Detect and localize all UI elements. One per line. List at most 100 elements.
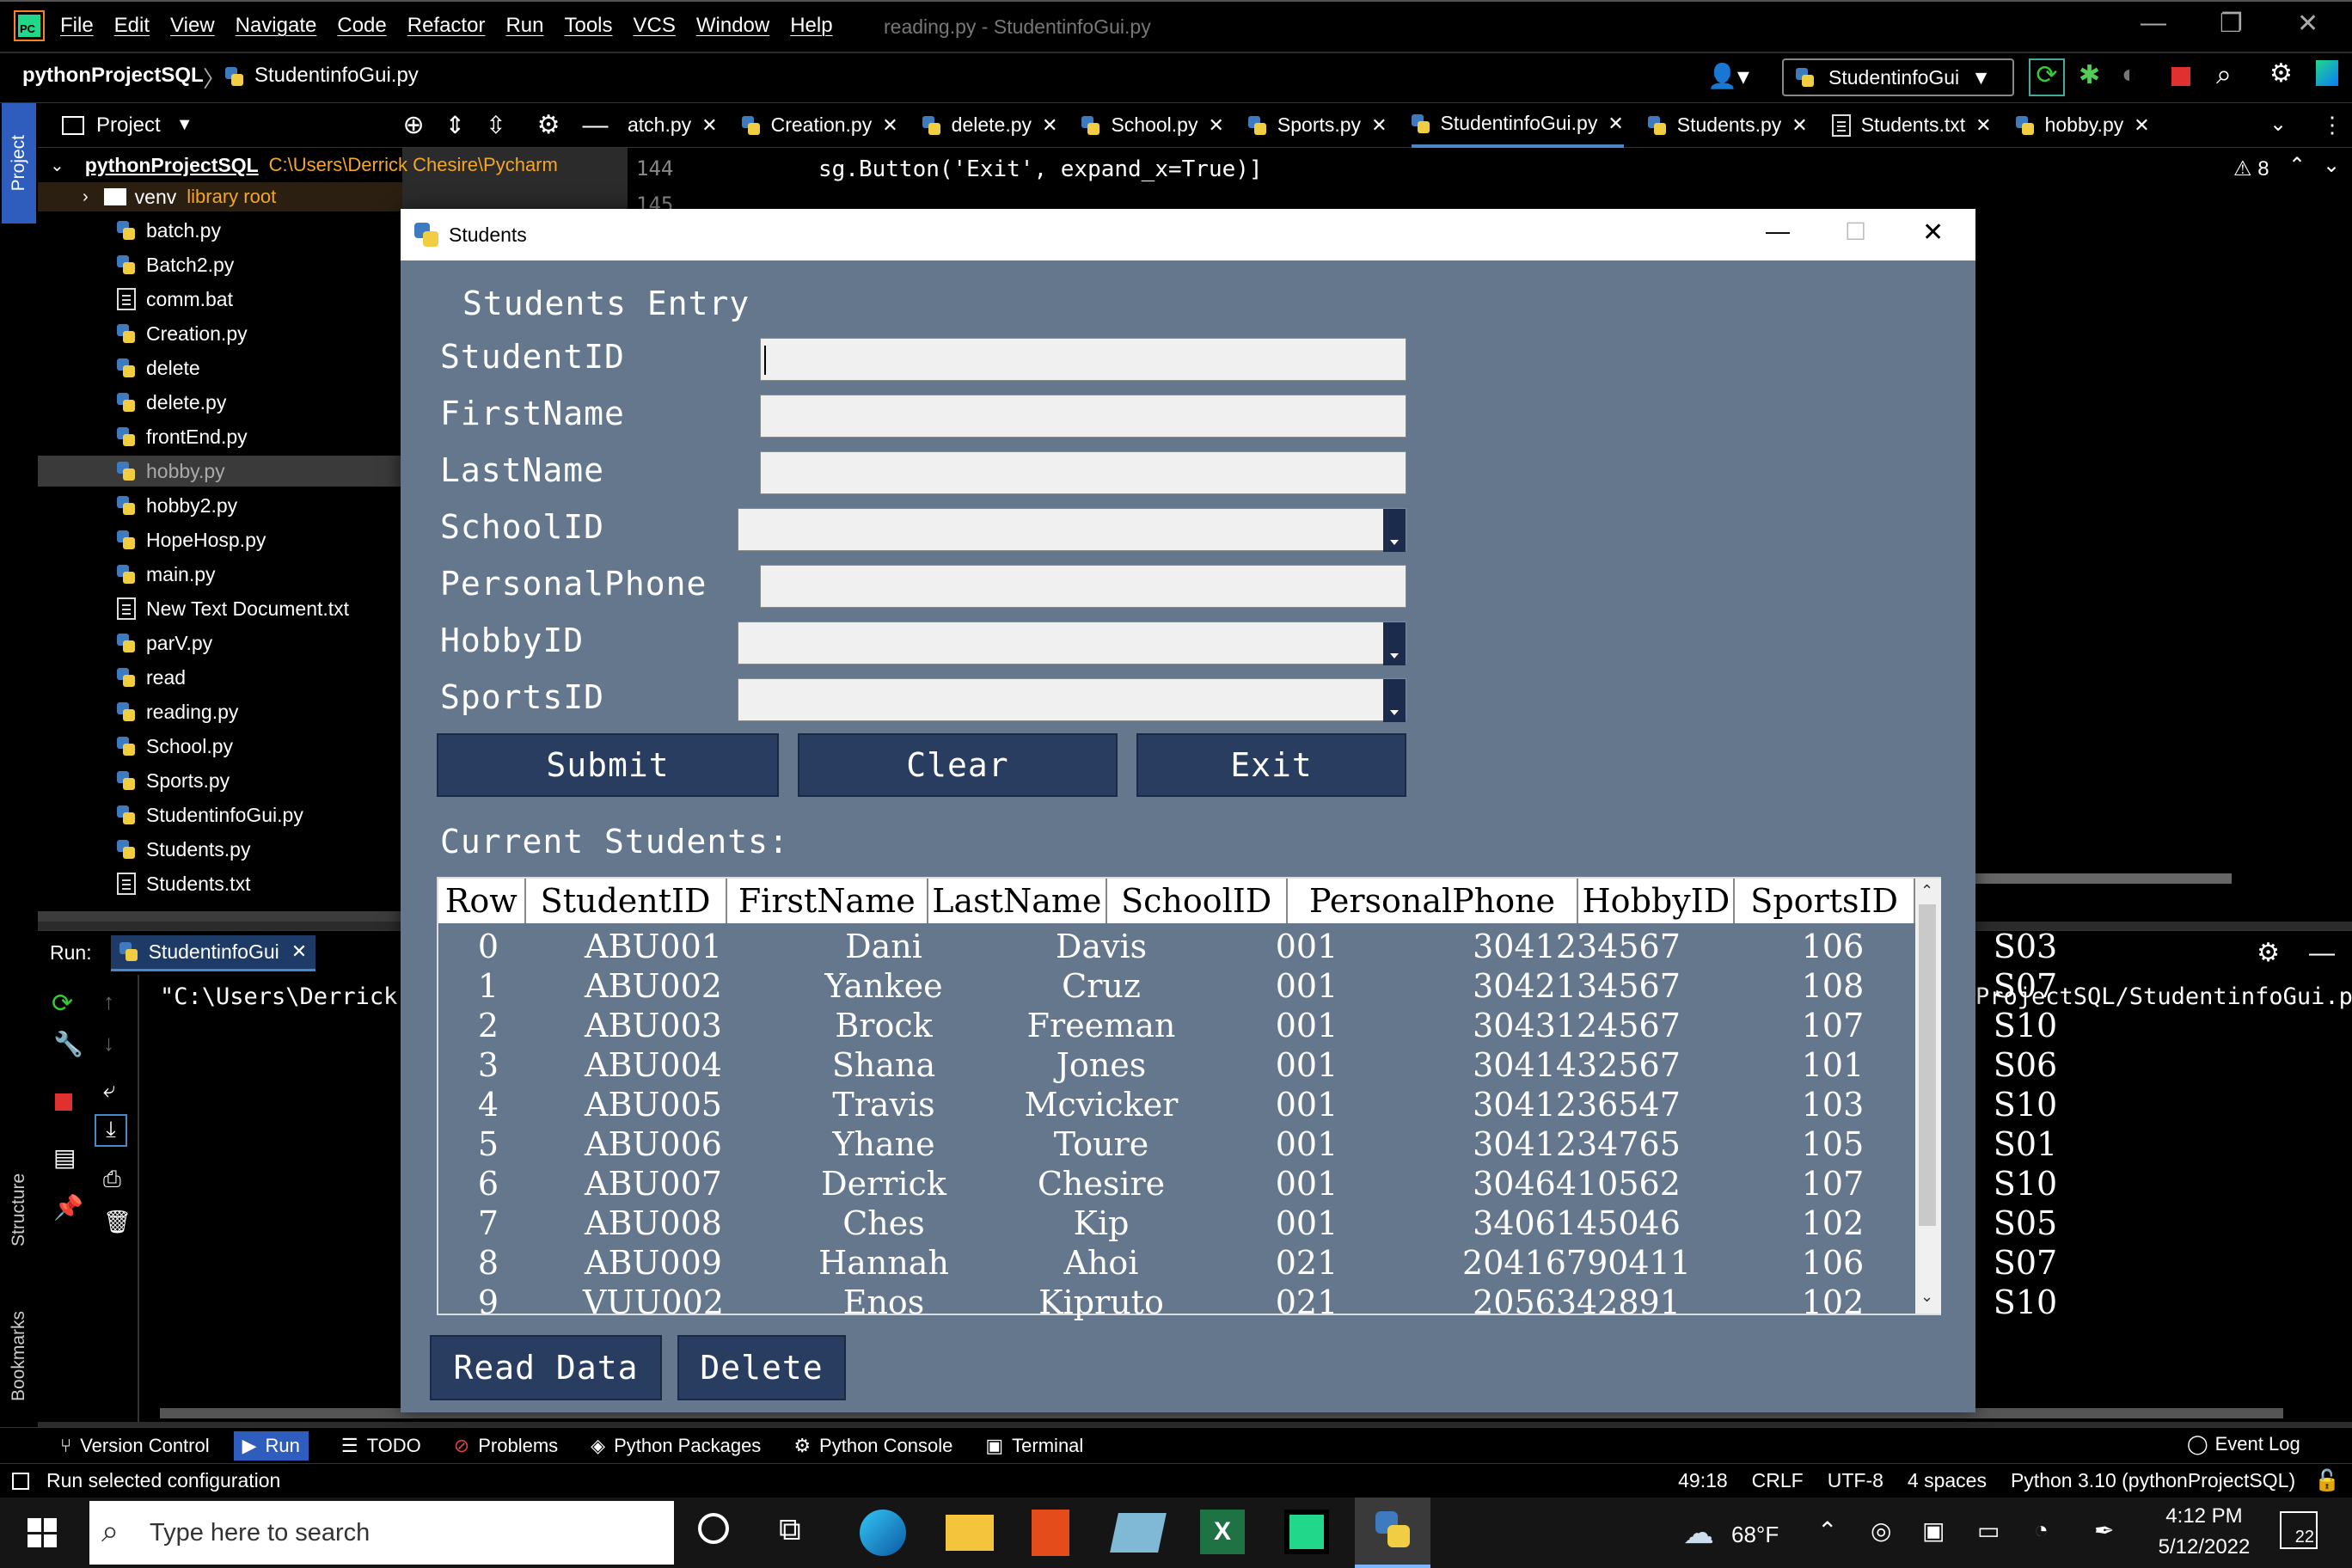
tree-file-item[interactable]: Students.txt <box>117 868 250 899</box>
table-row[interactable]: 4 ABU005 Travis Mcvicker 001 3041236547 103 S10 <box>438 1085 2128 1124</box>
close-icon[interactable]: ✕ <box>1042 114 1057 137</box>
maximize-icon[interactable]: ☐ <box>1845 217 1866 246</box>
exit-button[interactable]: Exit <box>1136 733 1406 797</box>
close-icon[interactable]: ✕ <box>2297 9 2318 39</box>
minimize-icon[interactable]: — <box>2141 9 2166 38</box>
tree-file-item[interactable]: Students.py <box>117 834 250 865</box>
editor-tab[interactable]: School.py ✕ <box>1081 103 1224 148</box>
clear-button[interactable]: Clear <box>798 733 1118 797</box>
chevron-down-icon[interactable]: ⌄ <box>50 155 64 176</box>
close-icon[interactable]: ✕ <box>2134 114 2149 137</box>
table-row[interactable]: 7 ABU008 Ches Kip 001 3406145046 102 S05 <box>438 1204 2128 1243</box>
trash-icon[interactable]: 🗑 <box>103 1209 132 1235</box>
clock-date[interactable]: 5/12/2022 <box>2149 1535 2259 1559</box>
delete-button[interactable]: Delete <box>677 1335 846 1400</box>
tool-window-button[interactable]: ◈ Python Packages <box>591 1435 761 1457</box>
submit-button[interactable]: Submit <box>437 733 779 797</box>
minimize-icon[interactable]: — <box>1766 217 1790 245</box>
hide-panel-icon[interactable]: — <box>582 111 608 140</box>
lock-icon[interactable]: 🔓 <box>2314 1468 2340 1493</box>
table-row[interactable]: 9 VUU002 Enos Kipruto 021 2056342891 102 S10 <box>438 1283 2128 1322</box>
project-panel-title[interactable]: Project <box>96 113 161 138</box>
table-row[interactable]: 0 ABU001 Dani Davis 001 3041234567 106 S03 <box>438 927 2128 966</box>
last-name-input[interactable] <box>760 451 1406 494</box>
tree-file-item[interactable]: frontEnd.py <box>117 421 248 452</box>
sports-id-select[interactable] <box>738 678 1406 722</box>
tree-file-item[interactable]: delete <box>117 352 200 383</box>
menu-item[interactable]: Run <box>505 14 543 38</box>
task-view-icon[interactable]: ⧉ <box>779 1511 801 1548</box>
more-icon[interactable]: ⋮ <box>2321 112 2343 138</box>
print-icon[interactable]: ⎙ <box>103 1166 121 1193</box>
tree-file-item[interactable]: reading.py <box>117 696 238 727</box>
hobby-id-select[interactable] <box>738 622 1406 665</box>
restore-icon[interactable]: ❐ <box>2220 9 2243 39</box>
menu-item[interactable]: VCS <box>634 14 676 38</box>
editor-tab[interactable]: StudentinfoGui.py ✕ <box>1411 103 1624 148</box>
code-line[interactable]: sg.Button('Exit', expand_x=True)] <box>818 156 1263 182</box>
tree-file-item[interactable]: Batch2.py <box>117 249 234 280</box>
first-name-input[interactable] <box>760 395 1406 438</box>
cloud-icon[interactable]: ☁ <box>1683 1515 1714 1551</box>
tree-file-item[interactable]: main.py <box>117 559 216 590</box>
defender-icon[interactable]: ▣ <box>1922 1516 1945 1545</box>
plugin-icon[interactable] <box>2316 60 2338 86</box>
wrench-icon[interactable]: 🔧 <box>53 1030 83 1058</box>
chevron-up-icon[interactable]: ⌃ <box>2288 153 2306 178</box>
table-column-header[interactable]: Row <box>438 879 526 923</box>
editor-tab[interactable]: Creation.py ✕ <box>741 103 898 148</box>
hide-panel-icon[interactable]: — <box>2309 939 2335 968</box>
snip-icon[interactable] <box>1110 1513 1167 1553</box>
menu-item[interactable]: View <box>170 14 215 38</box>
table-row[interactable]: 3 ABU004 Shana Jones 001 3041432567 101 S06 <box>438 1045 2128 1085</box>
tree-file-item[interactable]: parV.py <box>117 628 212 658</box>
run-tab[interactable]: StudentinfoGui ✕ <box>110 934 316 971</box>
chevron-down-icon[interactable] <box>1383 509 1406 552</box>
breadcrumb-project[interactable]: pythonProjectSQL <box>22 64 204 88</box>
file-encoding[interactable]: UTF-8 <box>1828 1469 1883 1492</box>
close-icon[interactable]: ✕ <box>291 940 307 963</box>
locate-icon[interactable]: ⊕ <box>403 110 425 140</box>
tree-file-item[interactable]: read <box>117 662 186 693</box>
project-scrollbar[interactable] <box>38 911 402 922</box>
tree-file-item[interactable]: batch.py <box>117 215 221 246</box>
menu-item[interactable]: Refactor <box>407 14 486 38</box>
editor-scrollbar[interactable] <box>1974 873 2232 884</box>
expand-all-icon[interactable]: ⇕ <box>445 111 465 139</box>
scroll-to-end-icon[interactable]: ⤓ <box>95 1114 127 1147</box>
read-data-button[interactable]: Read Data <box>430 1335 662 1400</box>
students-table[interactable]: Row StudentID FirstName LastName SchoolID Per… <box>437 877 2057 1321</box>
meet-icon[interactable]: ◎ <box>1871 1516 1891 1545</box>
tool-window-button[interactable]: ⑂ Version Control <box>60 1435 210 1457</box>
warnings-indicator[interactable]: ⚠ 8 <box>2233 156 2269 181</box>
editor-tab[interactable]: Students.txt ✕ <box>1831 103 1992 148</box>
wifi-icon[interactable]: ◔ <box>2034 1516 2049 1544</box>
pin-icon[interactable]: 📌 <box>53 1193 83 1222</box>
school-id-select[interactable] <box>738 508 1406 552</box>
menu-item[interactable]: Window <box>696 14 769 38</box>
panel-toggle-icon[interactable] <box>12 1472 29 1490</box>
close-icon[interactable]: ✕ <box>1608 113 1623 135</box>
gear-icon[interactable]: ⚙ <box>2257 938 2280 968</box>
chevron-down-icon[interactable] <box>1383 679 1406 722</box>
tree-file-item[interactable]: Creation.py <box>117 318 248 349</box>
bookmarks-tool-tab[interactable]: Bookmarks <box>3 1281 34 1401</box>
soft-wrap-icon[interactable]: ⤶ <box>103 1076 116 1104</box>
table-row[interactable]: 2 ABU003 Brock Freeman 001 3043124567 107 S10 <box>438 1006 2128 1045</box>
tool-window-button[interactable]: ▶ Run <box>233 1430 309 1461</box>
chevron-down-icon[interactable]: ⌄ <box>1920 1288 1933 1306</box>
table-column-header[interactable]: HobbyID <box>1578 879 1736 923</box>
gear-icon[interactable]: ⚙ <box>537 110 560 140</box>
chevron-down-icon[interactable]: ⌄ <box>2323 153 2340 178</box>
table-column-header[interactable]: PersonalPhone <box>1288 879 1579 923</box>
editor-tab[interactable]: Students.py ✕ <box>1647 103 1808 148</box>
edge-icon[interactable] <box>860 1510 906 1556</box>
chevron-right-icon[interactable]: › <box>83 187 89 207</box>
layout-icon[interactable]: ▤ <box>53 1143 76 1172</box>
editor-tab[interactable]: delete.py ✕ <box>922 103 1057 148</box>
tree-root[interactable]: ⌄ pythonProjectSQL C:\Users\Derrick Ches… <box>38 150 558 181</box>
close-icon[interactable]: ✕ <box>701 114 717 137</box>
close-icon[interactable]: ✕ <box>1922 217 1944 248</box>
python-taskbar-icon[interactable] <box>1355 1498 1430 1568</box>
rerun-icon[interactable]: ⟳ <box>52 989 73 1019</box>
